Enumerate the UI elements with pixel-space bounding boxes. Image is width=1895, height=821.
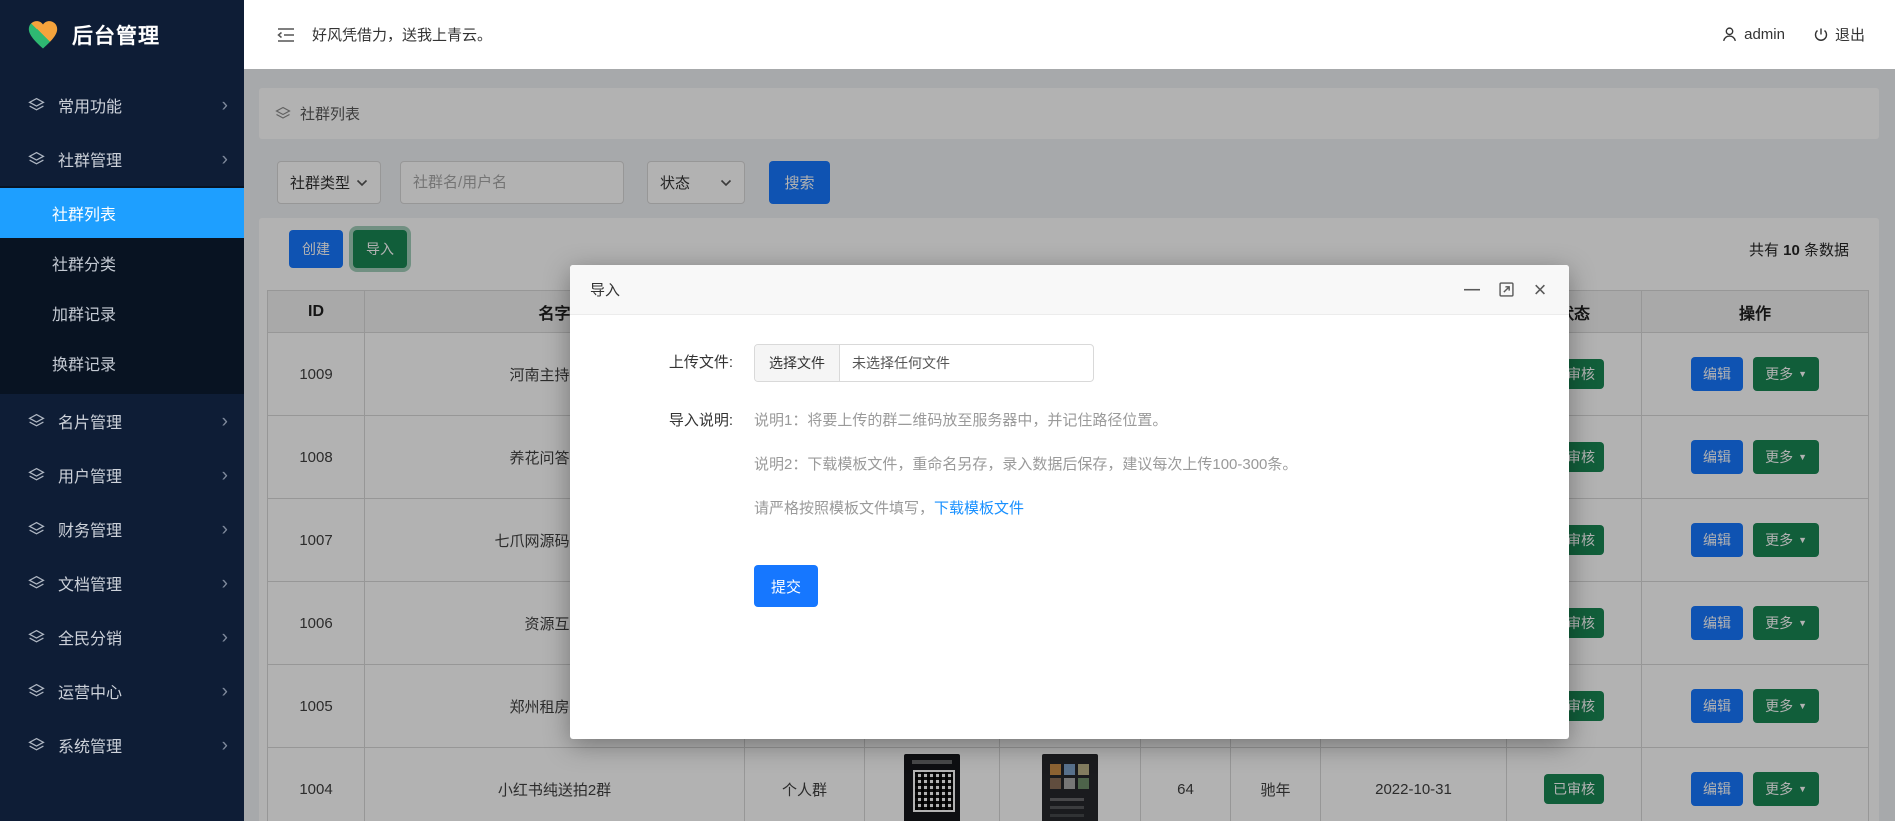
- sidebar-item-label: 用户管理: [58, 463, 222, 487]
- layers-icon: [28, 737, 45, 754]
- modal-title: 导入: [590, 279, 620, 300]
- user-menu[interactable]: admin: [1721, 26, 1785, 43]
- instruction-line-2: 说明2：下载模板文件，重命名另存，录入数据后保存，建议每次上传100-300条。: [754, 453, 1297, 477]
- layers-icon: [28, 629, 45, 646]
- sidebar-collapse-button[interactable]: [276, 26, 296, 44]
- chevron-right-icon: ›: [222, 736, 228, 755]
- brand-title: 后台管理: [72, 20, 160, 50]
- layers-icon: [28, 467, 45, 484]
- maximize-icon[interactable]: [1497, 281, 1515, 299]
- instructions-row: 导入说明: 说明1：将要上传的群二维码放至服务器中，并记住路径位置。 说明2：下…: [570, 409, 1297, 541]
- chevron-right-icon: ›: [222, 412, 228, 431]
- power-icon: [1813, 27, 1829, 43]
- sidebar-item-label: 财务管理: [58, 517, 222, 541]
- sidebar-item-community-category[interactable]: 社群分类: [0, 238, 244, 288]
- instruction-line-3: 请严格按照模板文件填写，下载模板文件: [754, 497, 1297, 521]
- download-template-link[interactable]: 下载模板文件: [934, 500, 1024, 517]
- chevron-right-icon: ›: [222, 150, 228, 169]
- sidebar-item-community-list[interactable]: 社群列表: [0, 188, 244, 238]
- sidebar-item-finance-management[interactable]: 财务管理 ›: [0, 502, 244, 556]
- admin-app: 后台管理 常用功能 › 社群管理 › 社群列表 社群分类 加: [0, 0, 1895, 821]
- instructions-label: 导入说明:: [570, 409, 733, 541]
- sidebar-item-document-management[interactable]: 文档管理 ›: [0, 556, 244, 610]
- sidebar-submenu-community: 社群列表 社群分类 加群记录 换群记录: [0, 186, 244, 394]
- logout-button[interactable]: 退出: [1813, 24, 1865, 45]
- content-area: 社群列表 社群类型 状态 搜索 创建 导入 共有 10 条数据: [244, 69, 1895, 821]
- sidebar-item-label: 系统管理: [58, 733, 222, 757]
- choose-file-button[interactable]: 选择文件: [755, 345, 840, 381]
- brand-heart-icon: [26, 18, 60, 52]
- user-icon: [1721, 26, 1738, 43]
- file-name-text: 未选择任何文件: [840, 345, 950, 381]
- brand-logo: 后台管理: [0, 0, 244, 69]
- sidebar-item-system-management[interactable]: 系统管理 ›: [0, 718, 244, 772]
- sidebar-item-common-functions[interactable]: 常用功能 ›: [0, 78, 244, 132]
- logout-label: 退出: [1835, 24, 1865, 45]
- minimize-icon[interactable]: —: [1463, 281, 1481, 299]
- topbar-right: admin 退出: [1721, 24, 1865, 45]
- instructions-lines: 说明1：将要上传的群二维码放至服务器中，并记住路径位置。 说明2：下载模板文件，…: [754, 409, 1297, 541]
- sidebar-item-label: 常用功能: [58, 93, 222, 117]
- menu-fold-icon: [276, 26, 296, 44]
- sidebar-item-label: 名片管理: [58, 409, 222, 433]
- topbar: 好风凭借力，送我上青云。 admin 退出: [244, 0, 1895, 69]
- file-input[interactable]: 选择文件 未选择任何文件: [754, 344, 1094, 382]
- sidebar-item-label: 全民分销: [58, 625, 222, 649]
- layers-icon: [28, 575, 45, 592]
- close-icon[interactable]: ×: [1531, 281, 1549, 299]
- sidebar-item-label: 社群分类: [52, 251, 116, 275]
- modal-header: 导入 — ×: [570, 265, 1569, 315]
- sidebar-item-label: 运营中心: [58, 679, 222, 703]
- layers-icon: [28, 151, 45, 168]
- sidebar-item-operation-center[interactable]: 运营中心 ›: [0, 664, 244, 718]
- submit-button[interactable]: 提交: [754, 565, 818, 607]
- chevron-right-icon: ›: [222, 574, 228, 593]
- sidebar-item-card-management[interactable]: 名片管理 ›: [0, 394, 244, 448]
- sidebar-item-switch-records[interactable]: 换群记录: [0, 338, 244, 388]
- sidebar-item-user-management[interactable]: 用户管理 ›: [0, 448, 244, 502]
- chevron-right-icon: ›: [222, 682, 228, 701]
- chevron-right-icon: ›: [222, 96, 228, 115]
- layers-icon: [28, 97, 45, 114]
- import-modal: 导入 — × 上传文件: 选择文件 未选择任何文件 导入说明:: [570, 265, 1569, 739]
- sidebar-item-label: 社群管理: [58, 147, 222, 171]
- instruction-line-1: 说明1：将要上传的群二维码放至服务器中，并记住路径位置。: [754, 409, 1297, 433]
- layers-icon: [28, 521, 45, 538]
- modal-controls: — ×: [1463, 281, 1549, 299]
- sidebar-item-label: 换群记录: [52, 351, 116, 375]
- chevron-right-icon: ›: [222, 520, 228, 539]
- upload-label: 上传文件:: [570, 344, 733, 382]
- sidebar-nav: 常用功能 › 社群管理 › 社群列表 社群分类 加群记录 换群记录: [0, 69, 244, 772]
- sidebar-item-label: 文档管理: [58, 571, 222, 595]
- sidebar-item-distribution[interactable]: 全民分销 ›: [0, 610, 244, 664]
- sidebar-item-label: 加群记录: [52, 301, 116, 325]
- username: admin: [1744, 26, 1785, 43]
- chevron-right-icon: ›: [222, 466, 228, 485]
- sidebar: 后台管理 常用功能 › 社群管理 › 社群列表 社群分类 加: [0, 0, 244, 821]
- note-text: 请严格按照模板文件填写，: [754, 500, 934, 517]
- sidebar-item-community-management[interactable]: 社群管理 ›: [0, 132, 244, 186]
- topbar-motto: 好风凭借力，送我上青云。: [312, 24, 492, 45]
- sidebar-item-join-records[interactable]: 加群记录: [0, 288, 244, 338]
- sidebar-item-label: 社群列表: [52, 201, 116, 225]
- chevron-right-icon: ›: [222, 628, 228, 647]
- upload-row: 上传文件: 选择文件 未选择任何文件: [570, 344, 1569, 382]
- layers-icon: [28, 413, 45, 430]
- layers-icon: [28, 683, 45, 700]
